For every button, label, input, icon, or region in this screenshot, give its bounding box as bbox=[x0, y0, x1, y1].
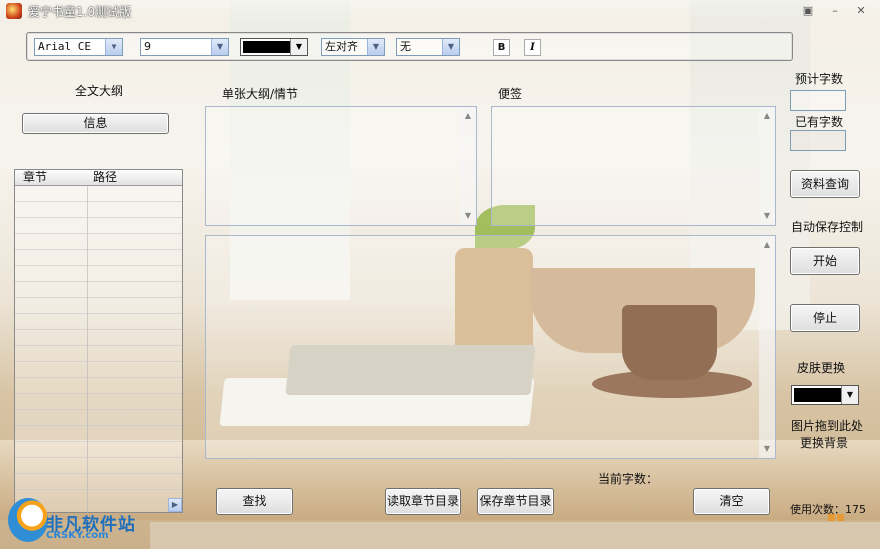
restore-icon[interactable]: ▣ bbox=[799, 3, 817, 19]
drag-hint-line2: 更换背景 bbox=[800, 436, 849, 450]
scroll-up-icon[interactable]: ▲ bbox=[460, 109, 476, 123]
font-family-value: Arial CE bbox=[38, 40, 91, 53]
chapter-outline-textarea[interactable]: ▲ ▼ bbox=[205, 106, 477, 226]
stop-button[interactable]: 停止 bbox=[790, 304, 860, 332]
skin-label: 皮肤更换 bbox=[797, 361, 846, 375]
main-text-editor[interactable]: ▲ ▼ bbox=[205, 235, 776, 459]
chapter-outline-label: 单张大纲/情节 bbox=[222, 87, 299, 101]
window-title: 爱宁书童1.0测试版 bbox=[28, 5, 132, 19]
chevron-down-icon[interactable]: ▼ bbox=[211, 39, 228, 55]
autosave-label: 自动保存控制 bbox=[791, 220, 864, 234]
scroll-right-icon[interactable]: ▶ bbox=[168, 498, 182, 512]
site-watermark-logo: 非凡软件站 CRSKY.com bbox=[0, 496, 150, 549]
font-size-value: 9 bbox=[144, 40, 151, 53]
current-words-label: 当前字数： bbox=[598, 472, 659, 486]
notes-label: 便签 bbox=[498, 87, 523, 101]
alignment-select[interactable]: 左对齐 ▼ bbox=[321, 38, 385, 56]
bold-button[interactable]: B bbox=[493, 39, 510, 56]
save-directory-button[interactable]: 保存章节目录 bbox=[477, 488, 554, 515]
read-directory-button[interactable]: 读取章节目录 bbox=[385, 488, 461, 515]
vertical-scrollbar[interactable]: ▲ ▼ bbox=[460, 107, 476, 225]
existing-words-label: 已有字数 bbox=[795, 115, 844, 129]
color-swatch bbox=[794, 388, 842, 402]
color-swatch bbox=[243, 41, 291, 53]
status-bar bbox=[150, 522, 880, 549]
style-select[interactable]: 无 ▼ bbox=[396, 38, 460, 56]
column-header-path[interactable]: 路径 bbox=[93, 170, 117, 185]
vertical-scrollbar[interactable]: ▲ ▼ bbox=[759, 107, 775, 225]
scroll-down-icon[interactable]: ▼ bbox=[759, 442, 775, 456]
drag-hint-line1: 图片拖到此处 bbox=[791, 419, 864, 433]
notes-textarea[interactable]: ▲ ▼ bbox=[491, 106, 776, 226]
scroll-down-icon[interactable]: ▼ bbox=[759, 209, 775, 223]
chapter-list[interactable]: 章节 路径 bbox=[14, 169, 183, 513]
find-button[interactable]: 查找 bbox=[216, 488, 293, 515]
chevron-down-icon[interactable]: ▼ bbox=[841, 386, 858, 404]
style-value: 无 bbox=[400, 40, 411, 53]
column-header-chapter[interactable]: 章节 bbox=[23, 170, 47, 185]
minimize-icon[interactable]: – bbox=[826, 3, 844, 19]
vertical-scrollbar[interactable]: ▲ ▼ bbox=[759, 236, 775, 458]
expected-words-input[interactable] bbox=[790, 90, 846, 111]
title-bar bbox=[0, 0, 880, 22]
outline-label: 全文大纲 bbox=[75, 84, 124, 98]
chevron-down-icon[interactable]: ▼ bbox=[290, 39, 307, 55]
italic-button[interactable]: I bbox=[524, 39, 541, 56]
start-button[interactable]: 开始 bbox=[790, 247, 860, 275]
logo-mark-icon bbox=[8, 498, 48, 542]
chevron-down-icon[interactable]: ▼ bbox=[367, 39, 384, 55]
resize-grip-icon[interactable] bbox=[828, 514, 846, 521]
existing-words-field bbox=[790, 130, 846, 151]
chevron-down-icon[interactable]: ▼ bbox=[442, 39, 459, 55]
close-icon[interactable]: ✕ bbox=[852, 3, 870, 19]
info-button[interactable]: 信息 bbox=[22, 113, 169, 134]
font-family-select[interactable]: Arial CE ▼ bbox=[34, 38, 123, 56]
scroll-up-icon[interactable]: ▲ bbox=[759, 109, 775, 123]
app-icon bbox=[6, 3, 22, 19]
font-size-select[interactable]: 9 ▼ bbox=[140, 38, 229, 56]
expected-words-label: 预计字数 bbox=[795, 72, 844, 86]
clear-button[interactable]: 清空 bbox=[693, 488, 770, 515]
chevron-down-icon[interactable]: ▼ bbox=[105, 39, 122, 55]
scroll-down-icon[interactable]: ▼ bbox=[460, 209, 476, 223]
usage-value: 175 bbox=[845, 503, 866, 516]
alignment-value: 左对齐 bbox=[325, 40, 358, 53]
list-header: 章节 路径 bbox=[15, 170, 182, 186]
lookup-button[interactable]: 资料查询 bbox=[790, 170, 860, 198]
font-color-select[interactable]: ▼ bbox=[240, 38, 308, 56]
scroll-up-icon[interactable]: ▲ bbox=[759, 238, 775, 252]
logo-text-en: CRSKY.com bbox=[46, 530, 109, 541]
skin-color-select[interactable]: ▼ bbox=[791, 385, 859, 405]
